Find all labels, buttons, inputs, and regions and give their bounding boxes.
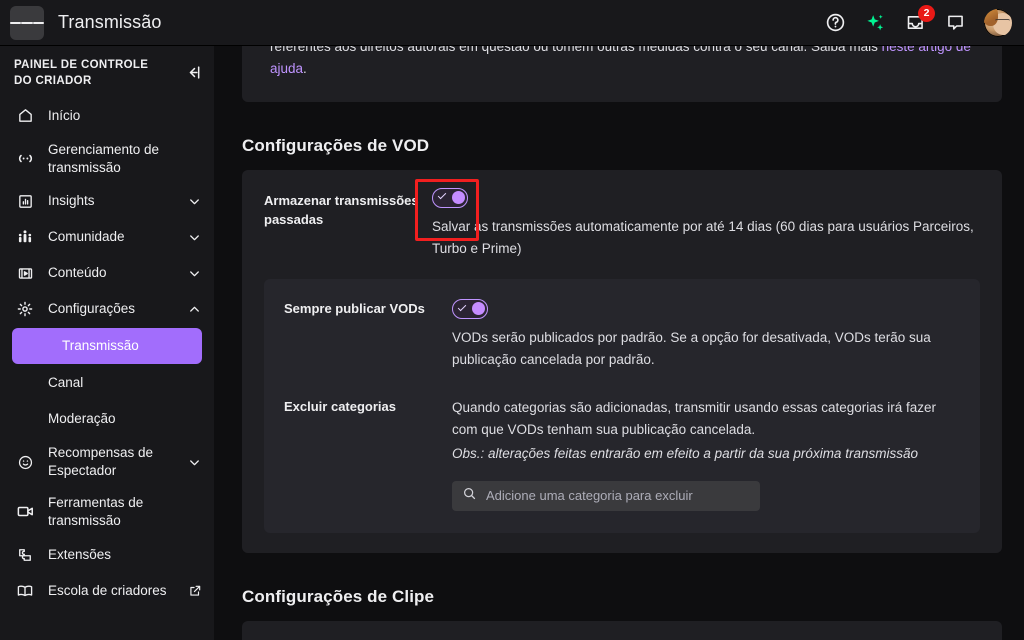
page-title: Transmissão bbox=[58, 12, 162, 32]
check-icon bbox=[457, 302, 467, 312]
toggle-knob bbox=[452, 190, 465, 204]
app-root: Transmissão 2 PAINEL DE CONTROLE DO CRIA… bbox=[0, 0, 1024, 640]
chevron-down-icon[interactable] bbox=[187, 266, 202, 281]
vod-settings-card: Armazenar transmissões passadas Salvar a… bbox=[242, 169, 1002, 553]
clip-settings-title: Configurações de Clipe bbox=[242, 586, 435, 606]
sidebar-item-label: Configurações bbox=[48, 301, 136, 317]
community-icon bbox=[14, 228, 36, 246]
sidebar-item-transmissao[interactable]: Transmissão bbox=[12, 328, 202, 365]
sidebar-item-configuracoes[interactable]: Configurações bbox=[0, 291, 214, 327]
top-navigation-bar: Transmissão 2 bbox=[0, 0, 1024, 46]
copyright-info-card: referentes aos direitos autorais em ques… bbox=[242, 46, 1002, 102]
exclude-categories-search-input[interactable]: Adicione uma categoria para excluir bbox=[452, 480, 760, 511]
external-link-icon bbox=[188, 584, 202, 598]
exclude-categories-description: Quando categorias são adicionadas, trans… bbox=[452, 400, 937, 438]
book-icon bbox=[14, 582, 36, 600]
sidebar-item-canal[interactable]: Canal bbox=[0, 365, 214, 401]
store-past-broadcasts-toggle[interactable] bbox=[432, 187, 468, 208]
sidebar-item-ferramentas-de-transmissao[interactable]: Ferramentas de transmissão bbox=[0, 487, 214, 537]
sidebar-item-escola-de-criadores[interactable]: Escola de criadores bbox=[0, 573, 214, 609]
search-icon bbox=[462, 486, 477, 506]
copyright-paragraph: referentes aos direitos autorais em ques… bbox=[270, 46, 974, 80]
sidebar-item-label: Recompensas de Espectador bbox=[48, 445, 154, 479]
sidebar-item-label: Comunidade bbox=[48, 229, 125, 245]
sidebar-item-gerenciamento-de-transmissao[interactable]: Gerenciamento de transmissão bbox=[0, 134, 214, 184]
sidebar-item-label: Gerenciamento de transmissão bbox=[48, 141, 160, 175]
toggle-knob bbox=[472, 302, 485, 316]
exclude-categories-row: Excluir categorias Quando categorias são… bbox=[284, 397, 960, 511]
sidebar-item-extensoes[interactable]: Extensões bbox=[0, 537, 214, 573]
sidebar-item-conteudo[interactable]: Conteúdo bbox=[0, 255, 214, 291]
sidebar-header-title: PAINEL DE CONTROLE DO CRIADOR bbox=[14, 59, 149, 87]
content-icon bbox=[14, 265, 36, 282]
main-content: referentes aos direitos autorais em ques… bbox=[214, 46, 1024, 640]
chevron-down-icon[interactable] bbox=[187, 230, 202, 245]
sidebar-item-label: Conteúdo bbox=[48, 265, 107, 281]
always-publish-row: Sempre publicar VODs VODs serão publicad… bbox=[284, 299, 960, 371]
always-publish-description: VODs serão publicados por padrão. Se a o… bbox=[452, 330, 931, 368]
sidebar-item-label: Escola de criadores bbox=[48, 582, 167, 598]
vod-settings-title: Configurações de VOD bbox=[242, 135, 430, 155]
gear-icon bbox=[14, 300, 36, 318]
chat-icon[interactable] bbox=[944, 12, 966, 34]
sidebar-item-comunidade[interactable]: Comunidade bbox=[0, 219, 214, 255]
sidebar-item-recompensas-de-espectador[interactable]: Recompensas de Espectador bbox=[0, 437, 214, 487]
always-publish-vods-toggle[interactable] bbox=[452, 299, 488, 320]
sidebar-item-label: Moderação bbox=[48, 411, 116, 427]
store-past-broadcasts-content: Salvar as transmissões automaticamente p… bbox=[432, 187, 980, 260]
clip-settings-card bbox=[242, 620, 1002, 640]
chart-icon bbox=[14, 193, 36, 210]
exclude-categories-content: Quando categorias são adicionadas, trans… bbox=[452, 397, 960, 511]
always-publish-content: VODs serão publicados por padrão. Se a o… bbox=[452, 299, 960, 371]
copyright-text-part1: referentes aos direitos autorais em ques… bbox=[270, 46, 882, 54]
chevron-down-icon[interactable] bbox=[187, 455, 202, 470]
sidebar-item-label: Ferramentas de transmissão bbox=[48, 494, 144, 528]
chevron-down-icon[interactable] bbox=[187, 194, 202, 209]
store-past-broadcasts-label: Armazenar transmissões passadas bbox=[264, 192, 419, 228]
always-publish-label: Sempre publicar VODs bbox=[284, 301, 425, 317]
extensions-icon bbox=[14, 546, 36, 564]
store-past-broadcasts-description: Salvar as transmissões automaticamente p… bbox=[432, 218, 974, 256]
inbox-badge-count: 2 bbox=[918, 4, 935, 22]
check-icon bbox=[437, 190, 447, 200]
home-icon bbox=[14, 107, 36, 124]
store-past-broadcasts-row: Armazenar transmissões passadas Salvar a… bbox=[264, 187, 980, 260]
collapse-sidebar-icon[interactable] bbox=[180, 60, 204, 84]
help-icon[interactable] bbox=[824, 12, 846, 34]
copyright-text-end: . bbox=[303, 60, 307, 76]
sidebar-item-label: Início bbox=[48, 107, 81, 123]
sidebar-header: PAINEL DE CONTROLE DO CRIADOR bbox=[0, 46, 214, 98]
rewards-icon bbox=[14, 454, 36, 471]
user-avatar[interactable] bbox=[984, 8, 1012, 37]
sidebar-navigation: PAINEL DE CONTROLE DO CRIADOR Início Ger… bbox=[0, 46, 214, 640]
chevron-up-icon[interactable] bbox=[187, 302, 202, 317]
camera-icon bbox=[14, 502, 36, 521]
sidebar-item-label: Extensões bbox=[48, 546, 112, 562]
exclude-categories-note: Obs.: alterações feitas entrarão em efei… bbox=[452, 445, 918, 461]
sidebar-item-label: Transmissão bbox=[62, 338, 139, 354]
sidebar-item-moderacao[interactable]: Moderação bbox=[0, 401, 214, 437]
sidebar-item-inicio[interactable]: Início bbox=[0, 98, 214, 134]
broadcast-icon bbox=[14, 149, 36, 168]
inbox-icon[interactable]: 2 bbox=[904, 4, 935, 34]
topbar-actions: 2 bbox=[824, 0, 1024, 45]
exclude-categories-label: Excluir categorias bbox=[284, 399, 396, 415]
vod-settings-body: Armazenar transmissões passadas Salvar a… bbox=[242, 170, 1002, 553]
search-placeholder: Adicione uma categoria para excluir bbox=[486, 488, 693, 504]
sidebar-item-label: Insights bbox=[48, 193, 95, 209]
sidebar-item-label: Canal bbox=[48, 375, 84, 391]
vod-publish-panel: Sempre publicar VODs VODs serão publicad… bbox=[264, 279, 980, 533]
sparkle-icon[interactable] bbox=[864, 12, 886, 34]
hamburger-menu-icon[interactable] bbox=[10, 5, 44, 40]
sidebar-item-insights[interactable]: Insights bbox=[0, 183, 214, 219]
